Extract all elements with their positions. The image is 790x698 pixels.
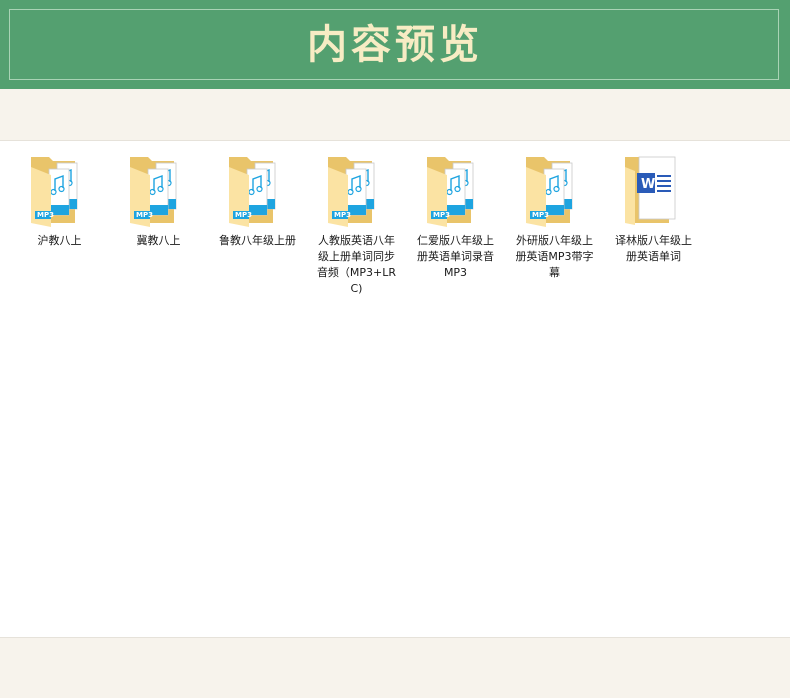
- folder-grid: MP3 沪教八上 MP3 冀教八上 MP3 鲁教八年级上册 MP3 人教版英语八年级上册单词同…: [10, 151, 703, 297]
- mp3-badge-text: MP3: [37, 211, 54, 219]
- mp3-badge-text: MP3: [334, 211, 351, 219]
- folder-item[interactable]: MP3 外研版八年级上册英语MP3带字幕: [505, 151, 604, 281]
- folder-label: 仁爱版八年级上册英语单词录音MP3: [417, 234, 494, 279]
- header-banner: 内容预览: [0, 0, 790, 89]
- folder-mp3-icon[interactable]: MP3: [425, 151, 487, 227]
- folder-item[interactable]: MP3 仁爱版八年级上册英语单词录音MP3: [406, 151, 505, 281]
- mp3-badge-text: MP3: [235, 211, 252, 219]
- folder-label: 人教版英语八年级上册单词同步音频（MP3+LRC): [316, 234, 397, 295]
- folder-view: MP3 沪教八上 MP3 冀教八上 MP3 鲁教八年级上册 MP3 人教版英语八年级上册单词同…: [0, 140, 790, 638]
- folder-mp3-icon[interactable]: MP3: [29, 151, 91, 227]
- word-letter: W: [641, 177, 655, 192]
- folder-item[interactable]: MP3 沪教八上: [10, 151, 109, 249]
- folder-item[interactable]: MP3 冀教八上: [109, 151, 208, 249]
- folder-item[interactable]: W 译林版八年级上册英语单词: [604, 151, 703, 265]
- folder-label: 译林版八年级上册英语单词: [615, 234, 692, 263]
- folder-item[interactable]: MP3 鲁教八年级上册: [208, 151, 307, 249]
- folder-label: 鲁教八年级上册: [219, 234, 296, 247]
- folder-item[interactable]: MP3 人教版英语八年级上册单词同步音频（MP3+LRC): [307, 151, 406, 297]
- folder-label: 沪教八上: [37, 234, 82, 247]
- folder-word-icon[interactable]: W: [623, 151, 685, 227]
- folder-label: 冀教八上: [136, 234, 181, 247]
- mp3-badge-text: MP3: [136, 211, 153, 219]
- folder-mp3-icon[interactable]: MP3: [326, 151, 388, 227]
- page-title: 内容预览: [307, 21, 483, 68]
- folder-mp3-icon[interactable]: MP3: [524, 151, 586, 227]
- mp3-badge-text: MP3: [532, 211, 549, 219]
- folder-mp3-icon[interactable]: MP3: [227, 151, 289, 227]
- folder-mp3-icon[interactable]: MP3: [128, 151, 190, 227]
- folder-label: 外研版八年级上册英语MP3带字幕: [515, 234, 594, 279]
- mp3-badge-text: MP3: [433, 211, 450, 219]
